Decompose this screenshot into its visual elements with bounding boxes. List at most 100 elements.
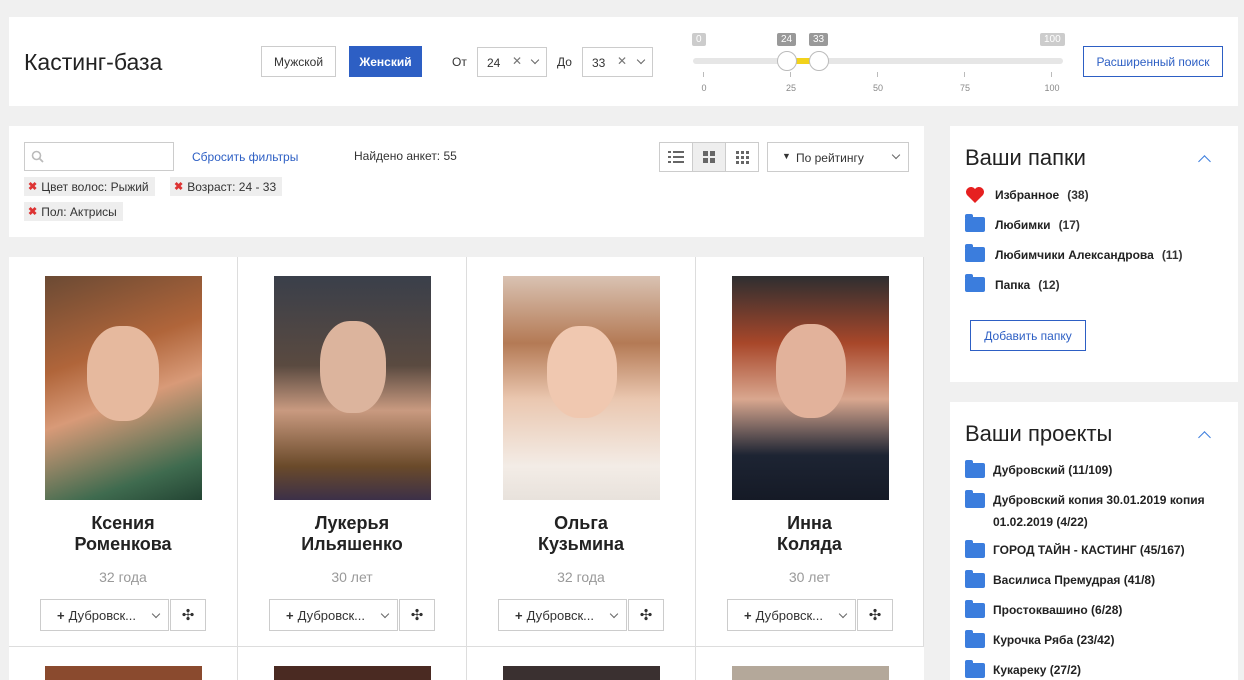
plus-icon: + [286,607,294,623]
actor-card[interactable]: Инна Коляда 30 лет + Дубровск... ✣ [696,257,924,647]
actor-name: Инна Коляда [696,513,923,555]
actor-photo[interactable] [503,276,660,500]
project-label: Дубровск... [755,607,824,623]
move-icon[interactable]: ✣ [170,599,206,631]
folder-label: Любимки [995,217,1051,232]
folder-icon [965,630,985,648]
clear-icon[interactable]: ✕ [617,54,627,68]
slider-high-badge: 33 [809,33,829,46]
filter-chip[interactable]: ✖ Возраст: 24 - 33 [170,177,283,196]
age-to-select[interactable]: 33 ✕ [582,47,653,77]
add-to-project-select[interactable]: + Дубровск... [498,599,627,631]
last-name: Кузьмина [537,534,625,554]
filter-chip[interactable]: ✖ Цвет волос: Рыжий [24,177,155,196]
folder-item[interactable]: Любимки (17) [965,214,1080,232]
remove-icon[interactable]: ✖ [28,180,37,193]
actor-photo[interactable] [45,276,202,500]
actor-card[interactable]: Ольга Кузьмина 32 года + Дубровск... ✣ [467,257,696,647]
plus-icon: + [57,607,65,623]
actor-photo[interactable] [732,666,889,680]
heart-icon [966,187,984,203]
project-label: Дубровск... [526,607,595,623]
actor-card[interactable]: Ксения Роменкова 32 года + Дубровск... ✣ [9,257,238,647]
chip-label: Пол: Актрисы [41,204,117,219]
slider-track[interactable] [693,58,1063,64]
actor-photo[interactable] [732,276,889,500]
caret-down-icon: ▼ [782,151,791,161]
slider-high-handle[interactable] [809,51,829,71]
add-to-project-select[interactable]: + Дубровск... [727,599,856,631]
folder-icon [965,490,985,508]
advanced-search-button[interactable]: Расширенный поиск [1083,46,1223,77]
actor-age: 32 года [557,569,605,585]
slider-tick-label: 0 [701,83,707,93]
chevron-down-icon [838,609,848,619]
search-input[interactable] [24,142,174,171]
slider-max-badge: 100 [1040,33,1065,46]
folder-icon [965,570,985,588]
actor-photo[interactable] [45,666,202,680]
page-title: Кастинг-база [24,49,163,75]
reset-filters-link[interactable]: Сбросить фильтры [192,150,298,164]
folder-count: (12) [1038,277,1060,292]
grid-divider [466,647,467,680]
slider-low-badge: 24 [777,33,797,46]
actor-age: 30 лет [788,569,831,585]
add-folder-button[interactable]: Добавить папку [970,320,1086,351]
slider-tick [877,72,878,77]
remove-icon[interactable]: ✖ [28,205,37,218]
actor-photo[interactable] [274,276,431,500]
actor-name: Ольга Кузьмина [467,513,695,555]
actor-photo[interactable] [503,666,660,680]
folder-icon [965,540,985,558]
remove-icon[interactable]: ✖ [174,180,183,193]
list-view-icon[interactable] [660,143,693,171]
grid-view-icon[interactable] [693,143,726,171]
add-to-project-select[interactable]: + Дубровск... [269,599,398,631]
folder-icon [965,600,985,618]
first-name: Лукерья [314,513,390,533]
slider-low-handle[interactable] [777,51,797,71]
folder-item-favorites[interactable]: Избранное (38) [965,186,1089,204]
folder-count: (38) [1067,188,1089,202]
folder-label: Папка [995,277,1031,292]
slider-tick-label: 25 [785,83,797,93]
folder-icon [965,460,985,478]
first-name: Ольга [554,513,608,533]
project-label: Дубровск... [297,607,366,623]
gender-female-button[interactable]: Женский [349,46,422,77]
last-name: Роменкова [74,534,172,554]
sort-select[interactable]: ▼ По рейтингу [767,142,909,172]
move-icon[interactable]: ✣ [857,599,893,631]
add-to-project-select[interactable]: + Дубровск... [40,599,169,631]
search-icon [31,150,44,163]
actor-photo[interactable] [274,666,431,680]
slider-tick [703,72,704,77]
folder-item[interactable]: Любимчики Александрова (11) [965,244,1183,262]
chevron-down-icon [609,609,619,619]
move-icon[interactable]: ✣ [628,599,664,631]
clear-icon[interactable]: ✕ [512,54,522,68]
folders-title: Ваши папки [965,145,1086,170]
gender-male-button[interactable]: Мужской [261,46,336,77]
move-icon[interactable]: ✣ [399,599,435,631]
filter-chip[interactable]: ✖ Пол: Актрисы [24,202,123,221]
age-to-label: До [557,55,572,69]
actor-age: 32 года [99,569,147,585]
chevron-down-icon [891,150,901,160]
folder-item[interactable]: Папка (12) [965,274,1060,292]
slider-tick [964,72,965,77]
actor-card[interactable]: Лукерья Ильяшенко 30 лет + Дубровск... ✣ [238,257,467,647]
actor-name: Ксения Роменкова [9,513,237,555]
project-label: Простоквашино (6/28) [993,603,1123,617]
last-name: Коляда [777,534,842,554]
slider-tick [790,72,791,77]
view-toggle [659,142,759,172]
chevron-down-icon [530,55,540,65]
chevron-down-icon [636,55,646,65]
age-from-select[interactable]: 24 ✕ [477,47,547,77]
projects-title: Ваши проекты [965,421,1113,446]
grid-divider [695,647,696,680]
project-label: Курочка Ряба (23/42) [993,633,1115,647]
small-grid-view-icon[interactable] [726,143,758,171]
